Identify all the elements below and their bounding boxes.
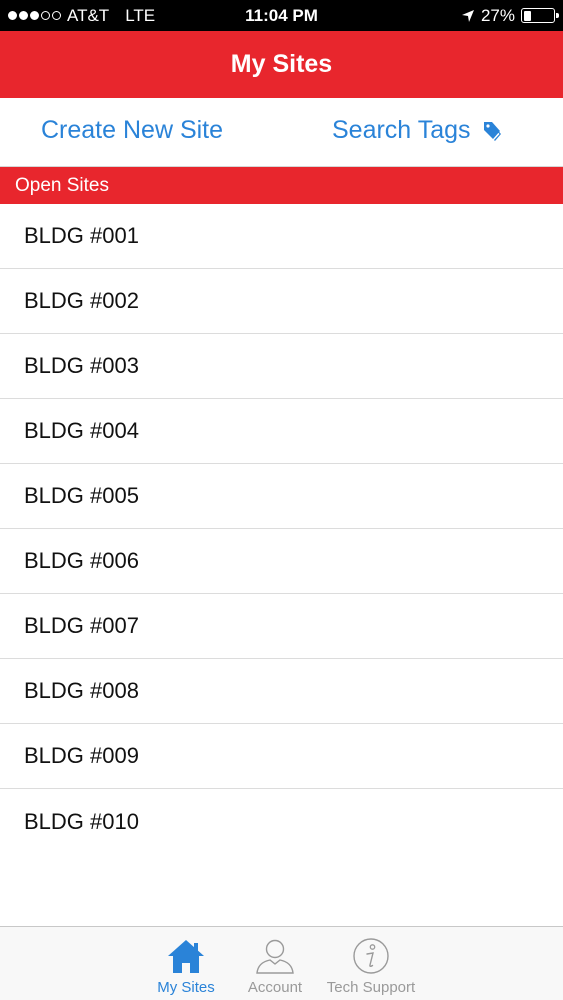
- status-left: AT&T LTE: [8, 0, 155, 31]
- site-row-009[interactable]: BLDG #009: [0, 724, 563, 789]
- site-row-001[interactable]: BLDG #001: [0, 204, 563, 269]
- site-label: BLDG #010: [24, 808, 139, 834]
- home-icon: [168, 940, 204, 973]
- site-row-010[interactable]: BLDG #010: [0, 789, 563, 854]
- tag-icon: [483, 121, 501, 141]
- site-label: BLDG #006: [24, 548, 139, 573]
- create-new-site-button[interactable]: Create New Site: [41, 116, 223, 145]
- site-list: BLDG #001 BLDG #002 BLDG #003 BLDG #004 …: [0, 204, 563, 854]
- site-row-008[interactable]: BLDG #008: [0, 659, 563, 724]
- site-label: BLDG #001: [24, 223, 139, 248]
- section-title: Open Sites: [15, 174, 109, 196]
- create-new-site-label: Create New Site: [41, 116, 224, 144]
- tab-bar: My Sites Account Tech Support: [0, 926, 563, 1000]
- site-label: BLDG #009: [24, 743, 139, 768]
- page-title: My Sites: [230, 50, 333, 78]
- carrier-label: AT&T: [67, 5, 110, 25]
- site-label: BLDG #008: [24, 678, 139, 703]
- status-right: 27%: [461, 0, 559, 31]
- site-label: BLDG #007: [24, 613, 139, 638]
- tab-tech-support[interactable]: Tech Support: [321, 927, 421, 1000]
- tab-label: My Sites: [157, 979, 215, 996]
- site-label: BLDG #004: [24, 418, 139, 443]
- tab-account[interactable]: Account: [225, 927, 325, 1000]
- site-row-004[interactable]: BLDG #004: [0, 399, 563, 464]
- location-arrow-icon: [461, 9, 474, 22]
- battery-icon: [521, 8, 559, 23]
- site-row-007[interactable]: BLDG #007: [0, 594, 563, 659]
- site-row-002[interactable]: BLDG #002: [0, 269, 563, 334]
- status-bar: AT&T LTE 11:04 PM 27%: [0, 0, 563, 31]
- site-label: BLDG #003: [24, 353, 139, 378]
- search-tags-button[interactable]: Search Tags: [332, 116, 503, 145]
- tab-label: Tech Support: [326, 979, 416, 996]
- navigation-bar: My Sites: [0, 31, 563, 98]
- site-row-006[interactable]: BLDG #006: [0, 529, 563, 594]
- site-row-005[interactable]: BLDG #005: [0, 464, 563, 529]
- battery-level: [523, 10, 532, 21]
- site-row-003[interactable]: BLDG #003: [0, 334, 563, 399]
- tab-my-sites[interactable]: My Sites: [136, 927, 236, 1000]
- action-row: Create New Site Search Tags: [0, 98, 563, 167]
- search-tags-label: Search Tags: [332, 116, 471, 144]
- site-label: BLDG #002: [24, 288, 139, 313]
- network-label: LTE: [125, 5, 156, 25]
- tab-label: Account: [247, 979, 303, 996]
- signal-strength-icon: [8, 11, 61, 20]
- person-icon: [256, 939, 294, 974]
- section-header-open-sites: Open Sites: [0, 167, 563, 204]
- site-label: BLDG #005: [24, 483, 139, 508]
- info-icon: [353, 938, 389, 974]
- battery-percent: 27%: [480, 5, 515, 25]
